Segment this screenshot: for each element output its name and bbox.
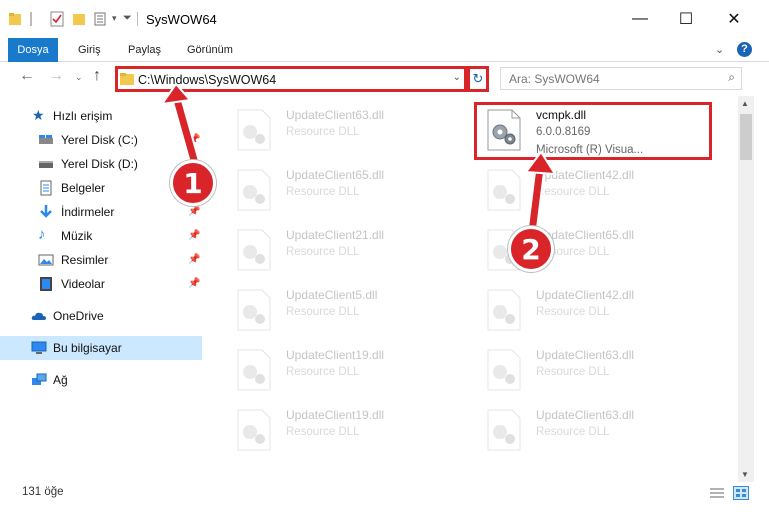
file-item[interactable]: UpdateClient42.dll Resource DLL bbox=[474, 282, 714, 340]
properties-icon[interactable] bbox=[50, 11, 64, 27]
maximize-button[interactable]: ☐ bbox=[663, 0, 709, 38]
pin-icon[interactable]: 📌 bbox=[188, 230, 200, 241]
close-button[interactable]: ✕ bbox=[709, 0, 759, 38]
search-icon: ⌕ bbox=[728, 70, 735, 84]
tab-file[interactable]: Dosya bbox=[8, 38, 58, 62]
dll-file-icon bbox=[237, 349, 271, 391]
sidebar-item-music[interactable]: ♪ Müzik 📌 bbox=[0, 224, 202, 248]
separator bbox=[30, 12, 32, 26]
up-arrow-icon[interactable]: ↑ bbox=[93, 67, 101, 85]
dll-file-icon bbox=[487, 169, 521, 211]
dll-file-icon bbox=[487, 349, 521, 391]
dll-file-icon bbox=[487, 289, 521, 331]
sidebar-item-downloads[interactable]: İndirmeler 📌 bbox=[0, 200, 202, 224]
file-item[interactable]: UpdateClient21.dll Resource DLL bbox=[224, 222, 464, 280]
video-icon bbox=[40, 277, 52, 291]
tiles-view-icon[interactable] bbox=[733, 486, 749, 500]
pin-icon[interactable]: 📌 bbox=[188, 206, 200, 217]
file-item[interactable]: UpdateClient65.dll Resource DLL bbox=[224, 162, 464, 220]
scroll-up-icon[interactable]: ▲ bbox=[741, 99, 749, 108]
new-folder-icon[interactable] bbox=[72, 11, 86, 27]
sidebar-item-onedrive[interactable]: OneDrive bbox=[0, 304, 202, 328]
navigation-pane: ★ Hızlı erişim Yerel Disk (C:) 📌 Yerel D… bbox=[0, 104, 202, 476]
search-placeholder: Ara: SysWOW64 bbox=[509, 72, 600, 86]
status-bar: 131 öğe bbox=[0, 482, 769, 504]
help-icon[interactable]: ? bbox=[737, 42, 752, 57]
file-item[interactable]: UpdateClient63.dll Resource DLL bbox=[474, 342, 714, 400]
file-item[interactable]: UpdateClient19.dll Resource DLL bbox=[224, 342, 464, 400]
sidebar-item-quick-access[interactable]: ★ Hızlı erişim bbox=[0, 104, 202, 128]
sidebar-item-pictures[interactable]: Resimler 📌 bbox=[0, 248, 202, 272]
sidebar-item-this-pc[interactable]: Bu bilgisayar bbox=[0, 336, 202, 360]
drive-icon bbox=[39, 135, 53, 144]
file-item[interactable]: UpdateClient19.dll Resource DLL bbox=[224, 402, 464, 460]
dll-file-icon bbox=[487, 409, 521, 451]
dll-file-icon bbox=[237, 409, 271, 451]
dropdown-icon[interactable]: ▾ bbox=[112, 13, 117, 29]
sidebar-item-videos[interactable]: Videolar 📌 bbox=[0, 272, 202, 296]
network-icon bbox=[32, 373, 47, 385]
address-bar[interactable]: C:\Windows\SysWOW64 ⌄ bbox=[115, 66, 467, 92]
address-path[interactable]: C:\Windows\SysWOW64 bbox=[138, 73, 276, 87]
tab-share[interactable]: Paylaş bbox=[128, 38, 161, 62]
dll-file-icon bbox=[237, 229, 271, 271]
separator bbox=[137, 12, 138, 26]
highlight-box bbox=[474, 102, 712, 160]
file-item[interactable]: UpdateClient5.dll Resource DLL bbox=[224, 282, 464, 340]
sidebar-item-network[interactable]: Ağ bbox=[0, 368, 202, 392]
cloud-icon bbox=[31, 312, 46, 320]
computer-icon bbox=[31, 341, 47, 354]
scroll-down-icon[interactable]: ▼ bbox=[741, 470, 749, 479]
address-dropdown-icon[interactable]: ⌄ bbox=[453, 72, 461, 83]
expand-ribbon-icon[interactable]: ⌄ bbox=[715, 43, 724, 56]
sidebar-item-disk-c[interactable]: Yerel Disk (C:) 📌 bbox=[0, 128, 202, 152]
item-count: 131 öğe bbox=[22, 486, 64, 498]
music-icon: ♪ bbox=[38, 226, 46, 243]
refresh-icon: ↻ bbox=[472, 71, 484, 86]
title-bar: ▾ ⏷ SysWOW64 — ☐ ✕ bbox=[0, 0, 769, 38]
pin-icon[interactable]: 📌 bbox=[188, 278, 200, 289]
pin-icon[interactable]: 📌 bbox=[188, 134, 200, 145]
qa-toolbar-chevron-icon[interactable]: ⏷ bbox=[123, 12, 132, 28]
step-badge-1: 1 bbox=[170, 160, 216, 206]
dll-file-icon bbox=[237, 169, 271, 211]
refresh-button[interactable]: ↻ bbox=[467, 66, 489, 92]
search-input[interactable]: Ara: SysWOW64 ⌕ bbox=[500, 67, 742, 90]
dll-file-icon bbox=[237, 289, 271, 331]
tab-home[interactable]: Giriş bbox=[78, 38, 101, 62]
window-title: SysWOW64 bbox=[146, 12, 217, 27]
file-item[interactable]: UpdateClient63.dll Resource DLL bbox=[474, 402, 714, 460]
pin-icon[interactable]: 📌 bbox=[188, 254, 200, 265]
document-icon bbox=[40, 180, 52, 196]
navigation-bar: ← → ⌄ ↑ C:\Windows\SysWOW64 ⌄ ↻ Ara: Sys… bbox=[0, 62, 769, 94]
details-view-icon[interactable] bbox=[710, 487, 724, 499]
forward-arrow-icon[interactable]: → bbox=[48, 67, 64, 85]
download-icon bbox=[40, 205, 52, 218]
star-icon: ★ bbox=[32, 107, 45, 123]
customize-icon[interactable] bbox=[94, 11, 110, 27]
vertical-scrollbar[interactable]: ▲ ▼ bbox=[738, 96, 754, 482]
recent-locations-icon[interactable]: ⌄ bbox=[75, 72, 83, 83]
folder-icon bbox=[120, 73, 134, 85]
drive-icon bbox=[39, 161, 53, 168]
scroll-thumb[interactable] bbox=[740, 114, 752, 160]
back-arrow-icon[interactable]: ← bbox=[19, 67, 35, 85]
step-badge-2: 2 bbox=[508, 226, 554, 272]
file-item[interactable]: UpdateClient63.dll Resource DLL bbox=[224, 102, 464, 160]
ribbon-tabs: Dosya Giriş Paylaş Görünüm ⌄ ? bbox=[0, 38, 769, 62]
dll-file-icon bbox=[237, 109, 271, 151]
tab-view[interactable]: Görünüm bbox=[187, 38, 233, 62]
minimize-button[interactable]: — bbox=[617, 0, 663, 38]
folder-icon bbox=[9, 13, 21, 25]
file-item[interactable]: UpdateClient42.dll Resource DLL bbox=[474, 162, 714, 220]
pictures-icon bbox=[38, 254, 54, 266]
